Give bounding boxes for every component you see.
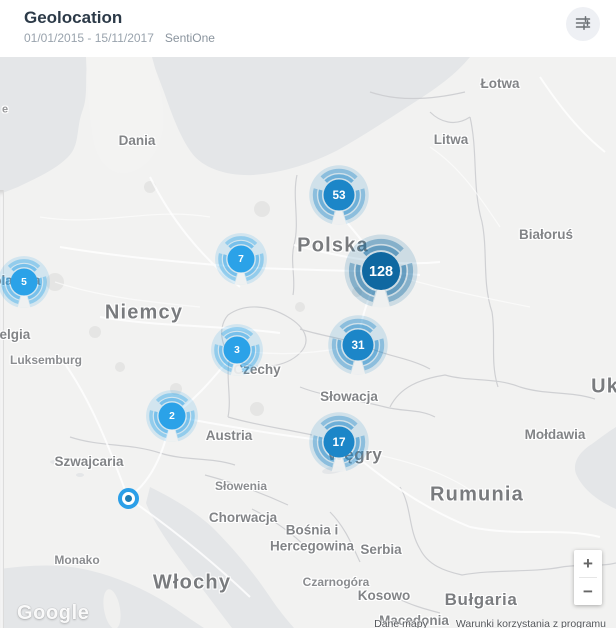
google-logo[interactable]: Google <box>17 602 90 625</box>
map-attribution: Dane mapy Warunki korzystania z programu <box>374 618 606 628</box>
terms-link[interactable]: Warunki korzystania z programu <box>456 618 606 628</box>
cluster-marker-17[interactable]: 17 <box>308 411 370 478</box>
cluster-marker-31[interactable]: 31 <box>327 314 389 381</box>
header: Geolocation 01/01/2015 - 15/11/2017 Senti… <box>0 0 616 57</box>
svg-text:2: 2 <box>169 411 175 422</box>
svg-text:5: 5 <box>21 277 27 288</box>
map-data-link[interactable]: Dane mapy <box>374 618 428 628</box>
cluster-marker-3[interactable]: 3 <box>210 323 264 382</box>
source-label: SentiOne <box>165 31 215 45</box>
tune-sliders-icon <box>574 14 592 35</box>
svg-text:3: 3 <box>234 345 240 356</box>
filter-button[interactable] <box>566 7 600 41</box>
point-marker[interactable] <box>118 488 139 509</box>
cluster-marker-2[interactable]: 2 <box>145 389 199 448</box>
subtitle: 01/01/2015 - 15/11/2017 SentiOne <box>24 31 215 45</box>
date-range: 01/01/2015 - 15/11/2017 <box>24 31 154 45</box>
point-marker-dot <box>125 495 132 502</box>
cluster-marker-5[interactable]: 5 <box>0 255 51 314</box>
cluster-marker-7[interactable]: 7 <box>214 232 268 291</box>
svg-text:128: 128 <box>369 264 393 280</box>
svg-text:53: 53 <box>332 189 346 202</box>
zoom-out-button[interactable]: − <box>574 578 602 605</box>
svg-text:7: 7 <box>238 254 244 265</box>
map-base-art <box>0 57 616 628</box>
zoom-in-button[interactable]: + <box>574 550 602 577</box>
cluster-marker-128[interactable]: 128 <box>343 233 419 314</box>
map-zoom-control: + − <box>574 550 602 605</box>
geolocation-widget: Geolocation 01/01/2015 - 15/11/2017 Senti… <box>0 0 616 628</box>
page-title: Geolocation <box>24 8 122 28</box>
svg-text:31: 31 <box>351 339 365 352</box>
svg-text:17: 17 <box>332 436 346 449</box>
cluster-marker-53[interactable]: 53 <box>308 164 370 231</box>
map-canvas[interactable]: + − Google Dane mapy Warunki korzystania… <box>0 57 616 628</box>
